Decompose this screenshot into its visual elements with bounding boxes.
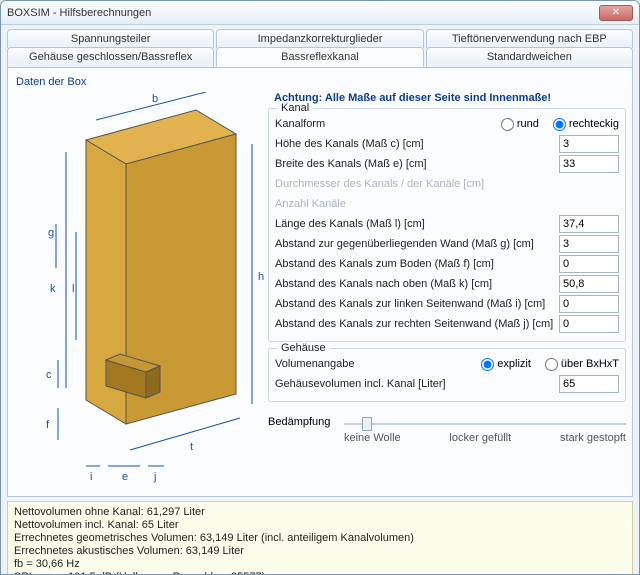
radio-rund[interactable]: [501, 118, 514, 131]
svg-text:h: h: [258, 271, 264, 283]
svg-text:c: c: [46, 369, 52, 381]
svg-text:t: t: [190, 441, 193, 453]
input-abstand-f[interactable]: [559, 255, 619, 273]
label-bedaempfung: Bedämpfung: [268, 416, 338, 428]
input-abstand-i[interactable]: [559, 295, 619, 313]
titlebar: BOXSIM - Hilfsberechnungen ✕: [1, 1, 639, 25]
label-laenge-l: Länge des Kanals (Maß l) [cm]: [275, 218, 555, 230]
label-abstand-f: Abstand des Kanals zum Boden (Maß f) [cm…: [275, 258, 555, 270]
results-panel: Nettovolumen ohne Kanal: 61,297 Liter Ne…: [7, 501, 633, 575]
svg-text:l: l: [72, 283, 74, 295]
label-anzahl: Anzahl Kanäle: [275, 198, 619, 210]
tab-tieftoner-ebp[interactable]: Tieftönerverwendung nach EBP: [426, 29, 633, 48]
result-line: Nettovolumen ohne Kanal: 61,297 Liter: [14, 506, 626, 519]
input-gehvolumen[interactable]: [559, 375, 619, 393]
damping-slider[interactable]: [344, 414, 626, 430]
window-title: BOXSIM - Hilfsberechnungen: [7, 7, 599, 19]
tab-spannungsteiler[interactable]: Spannungsteiler: [7, 29, 214, 48]
label-volumenangabe: Volumenangabe: [275, 358, 467, 370]
input-breite-e[interactable]: [559, 155, 619, 173]
input-hoehe-c[interactable]: [559, 135, 619, 153]
input-laenge-l[interactable]: [559, 215, 619, 233]
damp-val-loose: locker gefüllt: [449, 432, 511, 444]
page-title: Daten der Box: [16, 76, 626, 88]
svg-text:i: i: [90, 471, 92, 483]
tab-standardweichen[interactable]: Standardweichen: [426, 47, 633, 67]
result-line: Errechnetes akustisches Volumen: 63,149 …: [14, 545, 626, 558]
tab-container: Spannungsteiler Impedanzkorrekturglieder…: [1, 25, 639, 67]
radio-rechteckig[interactable]: [553, 118, 566, 131]
page-body: Daten der Box b: [7, 67, 633, 497]
label-abstand-g: Abstand zur gegenüberliegenden Wand (Maß…: [275, 238, 555, 250]
input-abstand-k[interactable]: [559, 275, 619, 293]
group-kanal: Kanal Kanalform rund rechteckig Höhe des…: [268, 108, 626, 342]
label-kanalform: Kanalform: [275, 118, 487, 130]
input-abstand-j[interactable]: [559, 315, 619, 333]
label-abstand-k: Abstand des Kanals nach oben (Maß k) [cm…: [275, 278, 555, 290]
group-gehaeuse: Gehäuse Volumenangabe explizit über BxHx…: [268, 348, 626, 402]
main-window: BOXSIM - Hilfsberechnungen ✕ Spannungste…: [0, 0, 640, 575]
svg-text:k: k: [50, 283, 56, 295]
svg-text:g: g: [48, 227, 54, 239]
result-line: Nettovolumen incl. Kanal: 65 Liter: [14, 519, 626, 532]
inner-dimensions-warning: Achtung: Alle Maße auf dieser Seite sind…: [268, 92, 626, 104]
tab-gehaeuse-bassreflex[interactable]: Gehäuse geschlossen/Bassreflex: [7, 47, 214, 67]
close-button[interactable]: ✕: [599, 5, 633, 21]
label-abstand-j: Abstand des Kanals zur rechten Seitenwan…: [275, 318, 555, 330]
label-abstand-i: Abstand des Kanals zur linken Seitenwand…: [275, 298, 555, 310]
tab-impedanzkorr[interactable]: Impedanzkorrekturglieder: [216, 29, 423, 48]
label-breite-e: Breite des Kanals (Maß e) [cm]: [275, 158, 555, 170]
svg-text:j: j: [153, 471, 156, 483]
result-line: SPLmax = 101,5 dB (Halbraum, Reynolds = …: [14, 571, 626, 575]
radio-bxhxt[interactable]: [545, 358, 558, 371]
diagram-panel: b h g k l c f t i e j: [14, 92, 264, 502]
svg-text:e: e: [122, 471, 128, 483]
tab-bassreflexkanal[interactable]: Bassreflexkanal: [216, 47, 423, 67]
radio-explizit[interactable]: [481, 358, 494, 371]
input-abstand-g[interactable]: [559, 235, 619, 253]
svg-text:b: b: [152, 93, 158, 105]
result-line: fb = 30,66 Hz: [14, 558, 626, 571]
damp-val-tight: stark gestopft: [560, 432, 626, 444]
label-gehvolumen: Gehäusevolumen incl. Kanal [Liter]: [275, 378, 555, 390]
svg-text:f: f: [46, 419, 50, 431]
label-hoehe-c: Höhe des Kanals (Maß c) [cm]: [275, 138, 555, 150]
damping-row: Bedämpfung: [268, 414, 626, 430]
result-line: Errechnetes geometrisches Volumen: 63,14…: [14, 532, 626, 545]
label-durchmesser: Durchmesser des Kanals / der Kanäle [cm]: [275, 178, 619, 190]
box-diagram-icon: b h g k l c f t i e j: [14, 92, 264, 492]
damp-val-none: keine Wolle: [344, 432, 401, 444]
